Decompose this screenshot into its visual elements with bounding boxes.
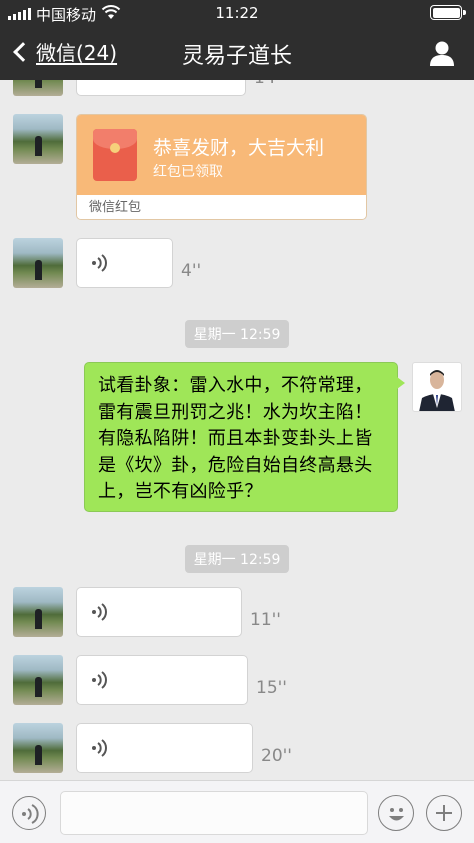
- voice-wave-icon: [92, 254, 107, 272]
- voice-input-button[interactable]: [12, 796, 46, 830]
- contact-avatar[interactable]: [13, 238, 63, 288]
- red-packet-status: 红包已领取: [153, 164, 223, 180]
- voice-duration: 20'': [261, 746, 292, 766]
- voice-duration-partial: 14'': [254, 80, 285, 88]
- voice-message[interactable]: [76, 587, 242, 637]
- contact-avatar[interactable]: [13, 655, 63, 705]
- voice-duration: 15'': [256, 678, 287, 698]
- timestamp: 星期一 12:59: [0, 320, 474, 348]
- my-avatar[interactable]: [412, 362, 462, 412]
- voice-message[interactable]: [76, 655, 248, 705]
- red-packet-message[interactable]: 恭喜发财，大吉大利 红包已领取 微信红包: [76, 114, 367, 220]
- voice-message-partial[interactable]: [76, 80, 246, 96]
- voice-input-icon: [22, 804, 39, 824]
- plus-icon: [436, 805, 452, 821]
- contact-avatar[interactable]: [13, 587, 63, 637]
- voice-wave-icon: [92, 603, 107, 621]
- voice-wave-icon: [92, 739, 107, 757]
- voice-message[interactable]: [76, 723, 253, 773]
- person-photo: [419, 370, 455, 411]
- battery-icon: [430, 5, 466, 20]
- contact-avatar[interactable]: [13, 723, 63, 773]
- more-button[interactable]: [426, 795, 462, 831]
- red-packet-title: 恭喜发财，大吉大利: [153, 137, 325, 159]
- message-input[interactable]: [60, 791, 368, 835]
- voice-wave-icon: [92, 671, 107, 689]
- timestamp: 星期一 12:59: [0, 545, 474, 573]
- clock: 11:22: [215, 4, 259, 22]
- red-packet-footer: 微信红包: [77, 195, 366, 219]
- voice-message[interactable]: [76, 238, 173, 288]
- chat-area[interactable]: 14'' 恭喜发财，大吉大利 红包已领取 微信红包 4'' 星期一 12:59 …: [0, 80, 474, 780]
- contact-avatar[interactable]: [13, 114, 63, 164]
- emoji-button[interactable]: [378, 795, 414, 831]
- sent-text-message[interactable]: 试看卦象：雷入水中，不符常理，雷有震旦刑罚之兆！水为坎主陷！有隐私陷阱！而且本卦…: [84, 362, 405, 512]
- chat-title: 灵易子道长: [181, 44, 292, 69]
- status-bar: 中国移动 11:22: [0, 0, 474, 26]
- profile-icon[interactable]: [428, 39, 456, 67]
- voice-duration: 11'': [250, 610, 281, 630]
- emoji-icon: [389, 808, 404, 821]
- contact-avatar[interactable]: [13, 80, 63, 96]
- navigation-bar: 微信(24) 灵易子道长: [0, 26, 474, 80]
- input-bar: [0, 780, 474, 843]
- red-packet-icon: [93, 129, 137, 181]
- voice-duration: 4'': [181, 261, 202, 281]
